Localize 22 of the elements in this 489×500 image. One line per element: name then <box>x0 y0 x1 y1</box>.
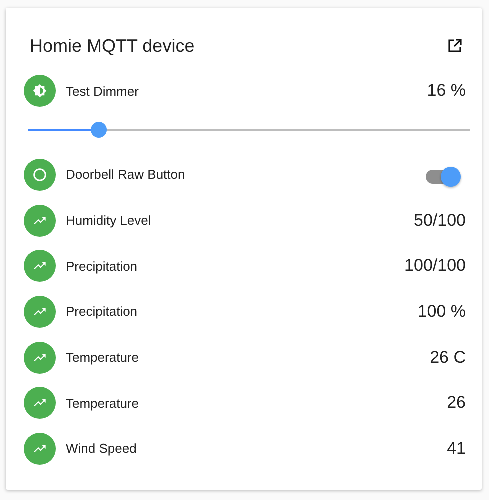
entity-name: Precipitation <box>66 258 139 274</box>
entity-name: Humidity Level <box>66 213 152 228</box>
entity-value: 26 C <box>430 348 466 368</box>
entity-value: 41 <box>447 438 466 459</box>
slider[interactable] <box>28 122 470 138</box>
entity-value: 26 <box>447 393 466 414</box>
entity-value: 16 % <box>427 81 466 101</box>
entity-value: 100 % <box>418 302 466 322</box>
entity-name: Test Dimmer <box>66 84 140 98</box>
toggle-switch[interactable] <box>424 164 460 185</box>
brightness-icon <box>32 83 48 99</box>
entity-value: 100/100 <box>404 256 466 276</box>
entity-name: Temperature <box>66 350 140 366</box>
entity-name: Doorbell Raw Button <box>66 167 186 182</box>
entity-name: Precipitation <box>66 304 139 320</box>
entity-value: 50/100 <box>414 210 466 231</box>
circle-icon <box>32 166 48 183</box>
entity-name: Wind Speed <box>66 441 138 456</box>
open-external-icon[interactable] <box>448 39 462 53</box>
entity-name: Temperature <box>66 396 140 411</box>
card-title: Homie MQTT device <box>30 36 195 56</box>
slider-thumb[interactable] <box>90 122 107 138</box>
